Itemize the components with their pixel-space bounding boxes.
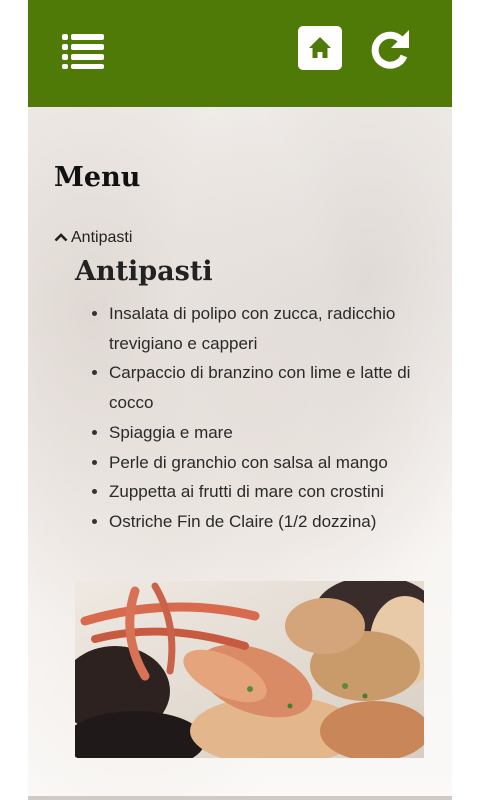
- top-action-bar: [28, 0, 452, 107]
- refresh-icon: [371, 30, 409, 69]
- page-title: Menu: [54, 162, 141, 193]
- dish-list: Insalata di polipo con zucca, radicchio …: [92, 299, 439, 537]
- list-item: Zuppetta ai frutti di mare con crostini: [92, 477, 439, 507]
- refresh-button[interactable]: [365, 24, 415, 74]
- seafood-dish-photo: [75, 581, 424, 758]
- list-item: Spiaggia e mare: [92, 418, 439, 448]
- home-button[interactable]: [298, 26, 342, 70]
- list-menu-icon: [62, 34, 104, 69]
- home-icon: [309, 37, 331, 58]
- toggle-label: Antipasti: [71, 229, 133, 247]
- menu-button[interactable]: [62, 33, 106, 69]
- list-item: Carpaccio di branzino con lime e latte d…: [92, 358, 439, 417]
- app-screen: Menu Antipasti Antipasti Insalata di pol…: [28, 0, 452, 800]
- list-item: Insalata di polipo con zucca, radicchio …: [92, 299, 439, 358]
- list-item: Perle di granchio con salsa al mango: [92, 448, 439, 478]
- bottom-divider: [28, 796, 452, 800]
- list-item: Ostriche Fin de Claire (1/2 dozzina): [92, 507, 439, 537]
- section-heading: Antipasti: [75, 256, 213, 287]
- antipasti-collapsible-toggle[interactable]: Antipasti: [54, 229, 132, 249]
- chevron-up-icon: [54, 229, 68, 247]
